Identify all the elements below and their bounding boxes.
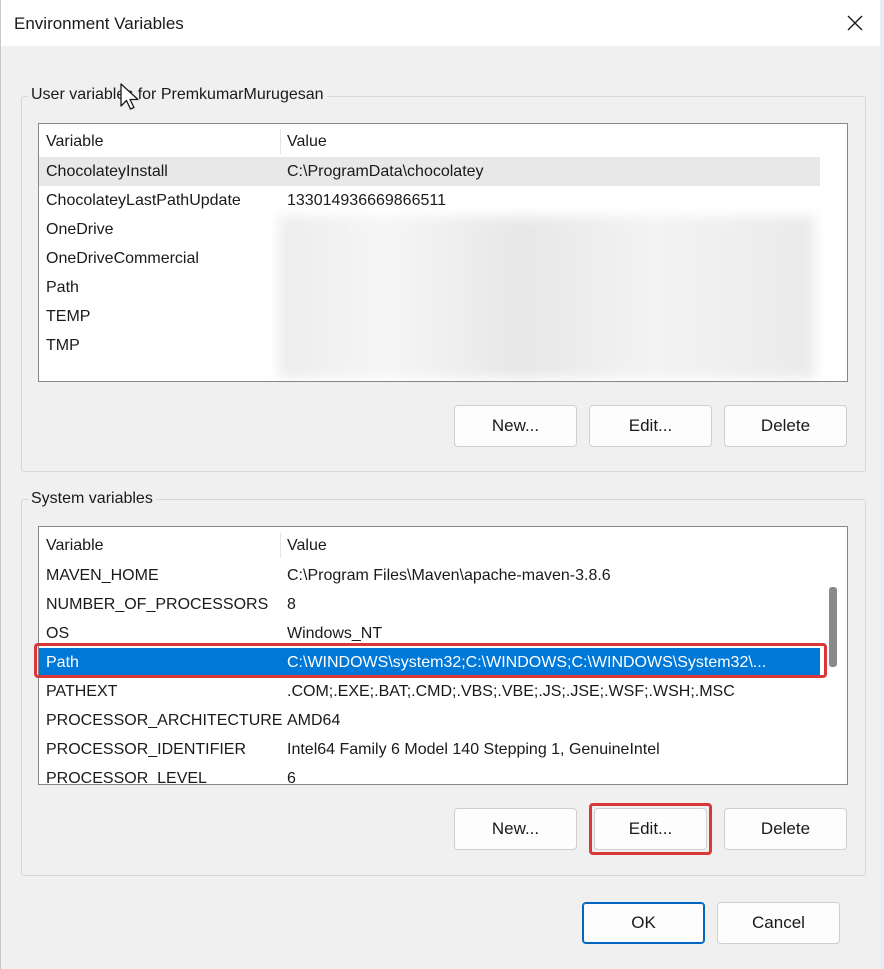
table-row[interactable]: ChocolateyLastPathUpdate 133014936669866…: [39, 186, 847, 215]
variable-cell: NUMBER_OF_PROCESSORS: [46, 595, 269, 613]
cancel-button[interactable]: Cancel: [717, 902, 840, 944]
variable-cell: Path: [46, 653, 79, 671]
window-title: Environment Variables: [14, 14, 184, 33]
vertical-scrollbar[interactable]: [820, 527, 847, 784]
table-row[interactable]: PATHEXT .COM;.EXE;.BAT;.CMD;.VBS;.VBE;.J…: [39, 677, 820, 706]
column-header-variable[interactable]: Variable: [46, 537, 104, 555]
variable-cell: ChocolateyLastPathUpdate: [46, 191, 241, 209]
value-cell: C:\WINDOWS\system32;C:\WINDOWS;C:\WINDOW…: [287, 653, 767, 671]
system-variables-label: System variables: [28, 490, 156, 508]
environment-variables-dialog: Environment Variables User variables for…: [0, 0, 884, 969]
variable-cell: ChocolateyInstall: [46, 162, 168, 180]
variable-cell: TEMP: [46, 307, 91, 325]
column-separator[interactable]: [280, 533, 281, 558]
redacted-values: [279, 216, 815, 378]
list-header[interactable]: Variable Value: [39, 531, 820, 560]
column-header-value[interactable]: Value: [287, 133, 327, 151]
close-button[interactable]: [835, 4, 875, 42]
system-edit-button[interactable]: Edit...: [594, 808, 707, 850]
user-delete-button[interactable]: Delete: [724, 405, 847, 447]
variable-cell: OS: [46, 624, 70, 642]
user-edit-button[interactable]: Edit...: [589, 405, 712, 447]
value-cell: Intel64 Family 6 Model 140 Stepping 1, G…: [287, 740, 660, 758]
value-cell: AMD64: [287, 711, 341, 729]
table-row[interactable]: ChocolateyInstall C:\ProgramData\chocola…: [39, 157, 820, 186]
column-header-value[interactable]: Value: [287, 537, 327, 555]
table-row[interactable]: NUMBER_OF_PROCESSORS 8: [39, 590, 820, 619]
column-header-variable[interactable]: Variable: [46, 133, 104, 151]
column-separator[interactable]: [280, 129, 281, 154]
variable-cell: PROCESSOR_IDENTIFIER: [46, 740, 247, 758]
variable-cell: PATHEXT: [46, 682, 118, 700]
value-cell: C:\ProgramData\chocolatey: [287, 162, 484, 180]
variable-cell: PROCESSOR_ARCHITECTURE: [46, 711, 283, 729]
value-cell: C:\Program Files\Maven\apache-maven-3.8.…: [287, 566, 611, 584]
value-cell: .COM;.EXE;.BAT;.CMD;.VBS;.VBE;.JS;.JSE;.…: [287, 682, 735, 700]
value-cell: 8: [287, 595, 296, 613]
value-cell: 6: [287, 769, 296, 785]
user-variables-label: User variables for PremkumarMurugesan: [28, 86, 327, 104]
table-row[interactable]: PROCESSOR_LEVEL 6: [39, 764, 820, 785]
scrollbar-thumb[interactable]: [829, 587, 837, 667]
list-header[interactable]: Variable Value: [39, 127, 847, 156]
ok-button[interactable]: OK: [582, 902, 705, 944]
system-delete-button[interactable]: Delete: [724, 808, 847, 850]
table-row[interactable]: PROCESSOR_ARCHITECTURE AMD64: [39, 706, 820, 735]
system-variables-list[interactable]: Variable Value MAVEN_HOME C:\Program Fil…: [38, 526, 848, 785]
background-strip: [880, 0, 884, 969]
close-icon: [847, 15, 863, 31]
table-row[interactable]: OS Windows_NT: [39, 619, 820, 648]
table-row[interactable]: PROCESSOR_IDENTIFIER Intel64 Family 6 Mo…: [39, 735, 820, 764]
dialog-body: User variables for PremkumarMurugesan Va…: [1, 46, 883, 969]
table-row[interactable]: MAVEN_HOME C:\Program Files\Maven\apache…: [39, 561, 820, 590]
user-new-button[interactable]: New...: [454, 405, 577, 447]
mouse-pointer-icon: [120, 83, 139, 110]
system-new-button[interactable]: New...: [454, 808, 577, 850]
variable-cell: OneDrive: [46, 220, 114, 238]
variable-cell: TMP: [46, 336, 80, 354]
variable-cell: OneDriveCommercial: [46, 249, 199, 267]
title-bar[interactable]: Environment Variables: [1, 0, 883, 46]
value-cell: 133014936669866511: [287, 191, 446, 209]
value-cell: Windows_NT: [287, 624, 383, 642]
variable-cell: PROCESSOR_LEVEL: [46, 769, 207, 785]
variable-cell: Path: [46, 278, 79, 296]
variable-cell: MAVEN_HOME: [46, 566, 159, 584]
table-row-selected[interactable]: Path C:\WINDOWS\system32;C:\WINDOWS;C:\W…: [39, 648, 820, 677]
user-variables-list[interactable]: Variable Value ChocolateyInstall C:\Prog…: [38, 123, 848, 382]
